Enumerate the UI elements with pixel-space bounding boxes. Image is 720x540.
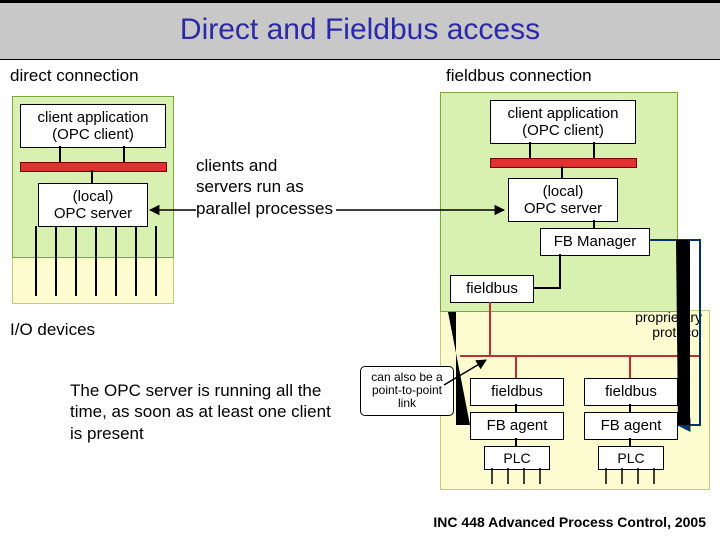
left-redbar	[20, 162, 167, 172]
page-title: Direct and Fieldbus access	[0, 0, 720, 60]
left-server-line1: (local)	[73, 188, 114, 205]
left-server-box: (local) OPC server	[38, 183, 148, 227]
bottom-note: The OPC server is running all the time, …	[70, 380, 340, 444]
left-heading: direct connection	[10, 66, 139, 86]
center-note: clients and servers run as parallel proc…	[196, 155, 336, 219]
left-yellow-area	[12, 256, 174, 304]
agent1-plc: PLC	[484, 446, 550, 470]
right-server-line1: (local)	[543, 183, 584, 200]
left-client-box: client application (OPC client)	[20, 104, 166, 148]
right-redbar	[490, 158, 637, 168]
left-server-line2: OPC server	[54, 205, 132, 222]
right-client-line2: (OPC client)	[522, 122, 604, 139]
fieldbus-box: fieldbus	[450, 275, 534, 303]
fb-manager-label: FB Manager	[554, 233, 637, 250]
right-server-box: (local) OPC server	[508, 178, 618, 222]
left-client-line1: client application	[38, 109, 149, 126]
agent2-fieldbus: fieldbus	[584, 378, 678, 406]
right-client-line1: client application	[508, 105, 619, 122]
fieldbus-label: fieldbus	[466, 280, 518, 297]
agent2-fbagent: FB agent	[584, 412, 678, 440]
proprietary-label: proprietary protocol	[610, 310, 702, 341]
io-devices-label: I/O devices	[10, 320, 95, 340]
agent1-fbagent: FB agent	[470, 412, 564, 440]
right-heading: fieldbus connection	[446, 66, 592, 86]
left-client-line2: (OPC client)	[52, 126, 134, 143]
right-client-box: client application (OPC client)	[490, 100, 636, 144]
agent1-fieldbus: fieldbus	[470, 378, 564, 406]
fb-manager-box: FB Manager	[540, 228, 650, 256]
agent2-plc: PLC	[598, 446, 664, 470]
right-server-line2: OPC server	[524, 200, 602, 217]
footer: INC 448 Advanced Process Control, 2005	[433, 514, 706, 530]
ptp-note: can also be a point-to-point link	[360, 366, 454, 416]
